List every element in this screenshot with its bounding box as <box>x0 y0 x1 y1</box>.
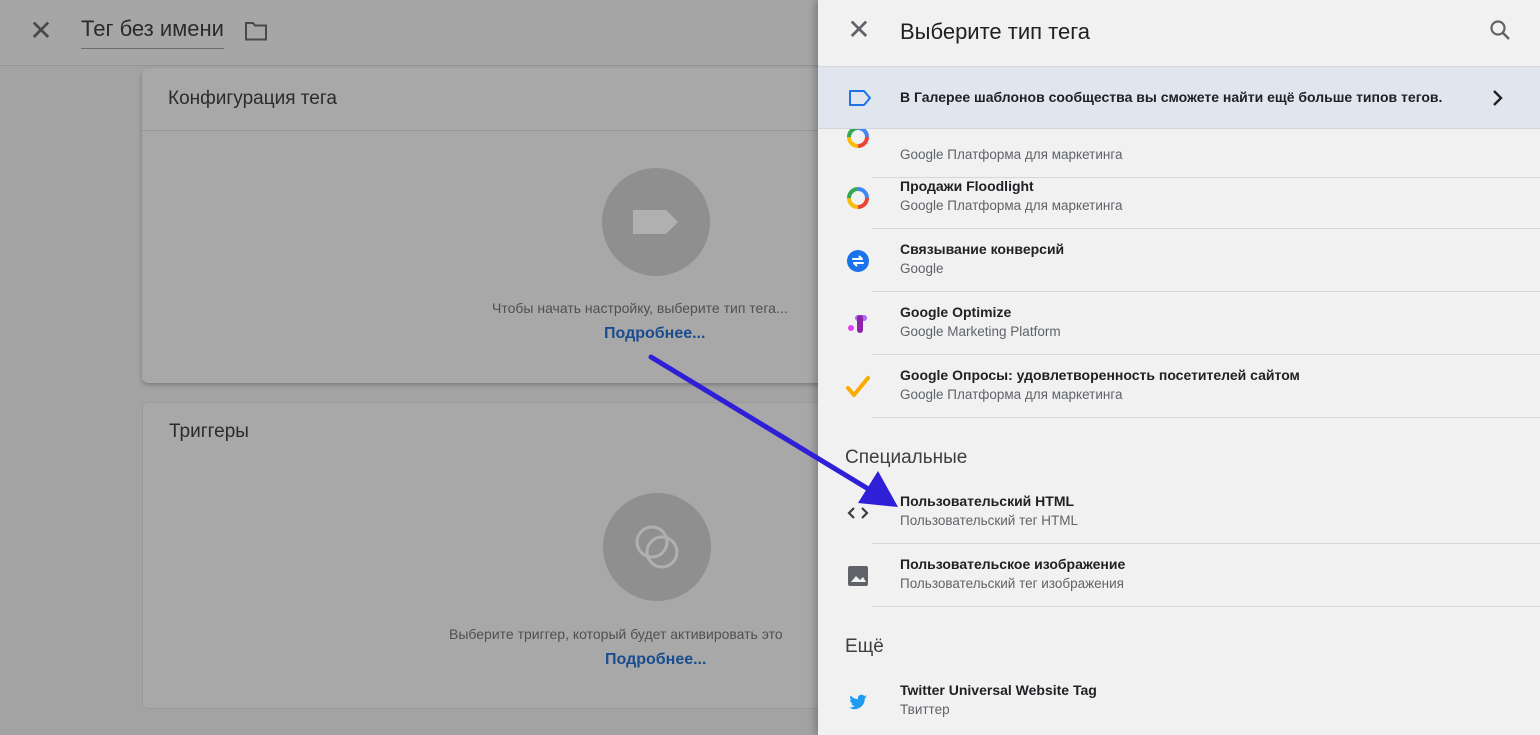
close-icon[interactable]: ✕ <box>846 16 872 44</box>
tag-type-list: Google Платформа для маркетинга Продажи … <box>818 129 1540 735</box>
card-heading: Конфигурация тега <box>142 68 862 131</box>
folder-icon[interactable] <box>244 20 268 42</box>
item-subtitle: Google Платформа для маркетинга <box>900 387 1123 402</box>
tag-name-field[interactable]: Тег без имени <box>81 16 224 49</box>
item-title: Пользовательское изображение <box>900 556 1126 572</box>
panel-header: ✕ Выберите тип тега <box>818 0 1540 66</box>
card-heading: Триггеры <box>169 421 249 442</box>
card-hint: Выберите триггер, который будет активиро… <box>449 626 783 642</box>
chevron-right-icon <box>1493 90 1503 106</box>
item-title: Twitter Universal Website Tag <box>900 682 1097 698</box>
item-subtitle: Пользовательский тег изображения <box>900 576 1124 591</box>
conversion-linker-icon <box>847 250 869 272</box>
item-subtitle: Google <box>900 261 944 276</box>
list-item[interactable]: Пользовательское изображение Пользовател… <box>818 544 1540 607</box>
tag-type-panel: ✕ Выберите тип тега В Галерее шаблонов с… <box>818 0 1540 735</box>
card-hint: Чтобы начать настройку, выберите тип тег… <box>492 300 788 316</box>
triggers-card[interactable]: Триггеры Выберите триггер, который будет… <box>142 402 862 709</box>
banner-text: В Галерее шаблонов сообщества вы сможете… <box>900 89 1443 105</box>
trigger-placeholder-icon <box>603 493 711 601</box>
panel-title: Выберите тип тега <box>900 19 1091 44</box>
item-subtitle: Google Платформа для маркетинга <box>900 198 1123 213</box>
google-marketing-icon <box>847 129 869 148</box>
twitter-icon <box>849 694 867 710</box>
item-subtitle: Пользовательский тег HTML <box>900 513 1079 528</box>
tag-configuration-card[interactable]: Конфигурация тега Чтобы начать настройку… <box>142 68 862 383</box>
list-item[interactable]: Связывание конверсий Google <box>818 229 1540 292</box>
item-title: Google Optimize <box>900 304 1012 320</box>
item-title: Связывание конверсий <box>900 241 1065 257</box>
google-marketing-icon <box>847 187 869 209</box>
list-item[interactable]: Пользовательский HTML Пользовательский т… <box>818 481 1540 544</box>
search-icon[interactable] <box>1488 18 1512 42</box>
tag-outline-icon <box>849 90 871 106</box>
close-icon[interactable]: ✕ <box>28 17 54 45</box>
item-title: Google Опросы: удовлетворенность посетит… <box>900 367 1300 383</box>
item-subtitle: Google Marketing Platform <box>900 324 1061 339</box>
list-item[interactable]: Google Optimize Google Marketing Platfor… <box>818 292 1540 355</box>
learn-more-link[interactable]: Подробнее... <box>604 325 705 343</box>
list-item[interactable]: Google Опросы: удовлетворенность посетит… <box>818 355 1540 418</box>
item-title: Продажи Floodlight <box>900 178 1034 194</box>
image-icon <box>848 566 868 586</box>
item-title: Пользовательский HTML <box>900 493 1075 509</box>
section-heading-special: Специальные <box>845 447 968 468</box>
learn-more-link[interactable]: Подробнее... <box>605 651 706 669</box>
section-heading-more: Ещё <box>845 636 884 657</box>
community-gallery-banner[interactable]: В Галерее шаблонов сообщества вы сможете… <box>818 66 1540 129</box>
optimize-icon <box>848 315 867 333</box>
surveys-check-icon <box>846 376 870 397</box>
code-icon <box>847 507 869 519</box>
item-subtitle: Твиттер <box>900 702 950 717</box>
tag-placeholder-icon <box>602 168 710 276</box>
list-item[interactable]: Продажи Floodlight Google Платформа для … <box>818 166 1540 229</box>
list-item[interactable]: Twitter Universal Website Tag Твиттер <box>818 670 1540 733</box>
item-subtitle: Google Платформа для маркетинга <box>900 147 1123 162</box>
